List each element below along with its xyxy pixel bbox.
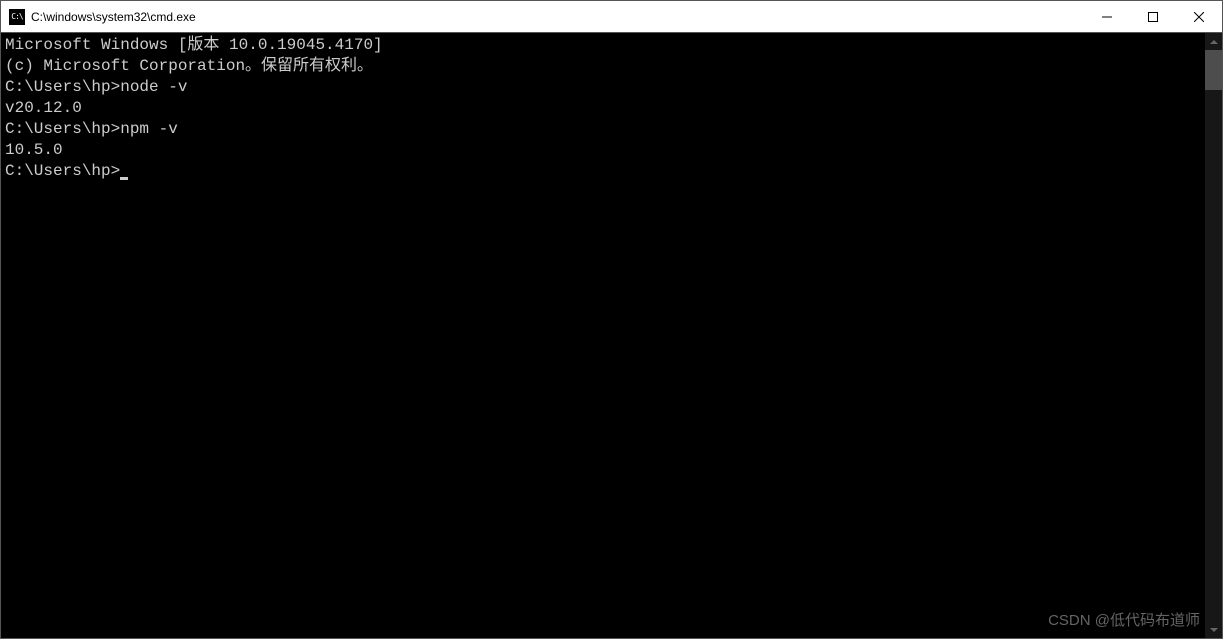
window-controls	[1084, 1, 1222, 32]
cmd-window: C:\ C:\windows\system32\cmd.exe Microsof…	[0, 0, 1223, 639]
cmd-icon: C:\	[9, 9, 25, 25]
chevron-down-icon	[1210, 628, 1218, 632]
terminal-prompt-line: C:\Users\hp>	[5, 161, 1201, 182]
terminal-area[interactable]: Microsoft Windows [版本 10.0.19045.4170](c…	[1, 33, 1222, 638]
title-bar[interactable]: C:\ C:\windows\system32\cmd.exe	[1, 1, 1222, 33]
window-title: C:\windows\system32\cmd.exe	[31, 10, 1084, 24]
close-button[interactable]	[1176, 1, 1222, 32]
scrollbar-thumb[interactable]	[1205, 50, 1222, 90]
terminal-line: v20.12.0	[5, 98, 1201, 119]
chevron-up-icon	[1210, 40, 1218, 44]
minimize-icon	[1102, 12, 1112, 22]
terminal-line: 10.5.0	[5, 140, 1201, 161]
minimize-button[interactable]	[1084, 1, 1130, 32]
terminal-line: Microsoft Windows [版本 10.0.19045.4170]	[5, 35, 1201, 56]
terminal-line: C:\Users\hp>node -v	[5, 77, 1201, 98]
terminal-content[interactable]: Microsoft Windows [版本 10.0.19045.4170](c…	[1, 33, 1205, 638]
scrollbar-down-button[interactable]	[1205, 621, 1222, 638]
close-icon	[1194, 12, 1204, 22]
terminal-line: (c) Microsoft Corporation。保留所有权利。	[5, 56, 1201, 77]
scrollbar[interactable]	[1205, 33, 1222, 638]
scrollbar-up-button[interactable]	[1205, 33, 1222, 50]
maximize-icon	[1148, 12, 1158, 22]
cursor	[120, 177, 128, 180]
maximize-button[interactable]	[1130, 1, 1176, 32]
terminal-line: C:\Users\hp>npm -v	[5, 119, 1201, 140]
